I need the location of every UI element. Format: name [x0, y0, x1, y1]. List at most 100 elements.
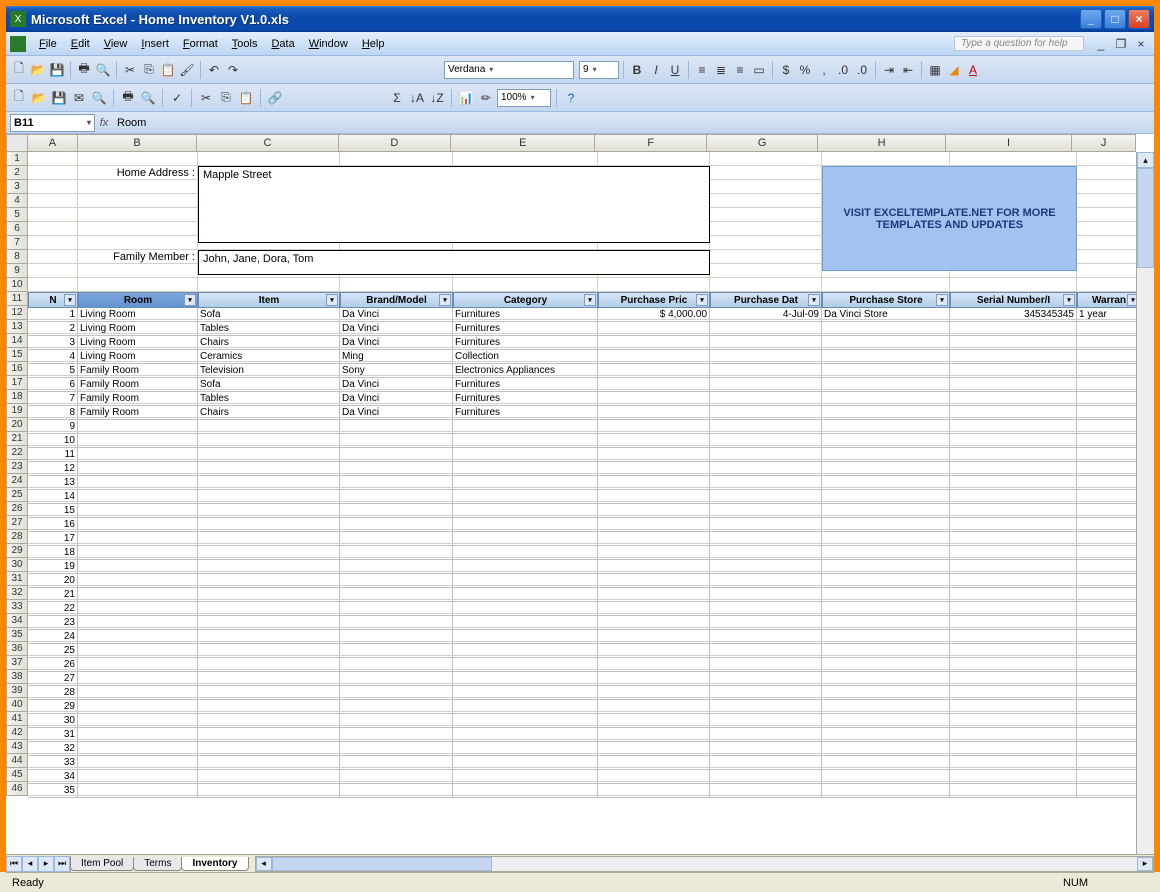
table-cell[interactable]: [340, 770, 453, 784]
copy2-icon[interactable]: ⎘: [217, 89, 235, 107]
table-cell[interactable]: [598, 644, 710, 658]
table-cell[interactable]: 2: [28, 322, 78, 336]
menu-tools[interactable]: Tools: [225, 38, 265, 50]
table-cell[interactable]: [598, 490, 710, 504]
row-header-44[interactable]: 44: [6, 754, 28, 768]
table-cell[interactable]: 20: [28, 574, 78, 588]
row-header-11[interactable]: 11: [6, 292, 28, 306]
row-header-18[interactable]: 18: [6, 390, 28, 404]
table-cell[interactable]: Da Vinci: [340, 322, 453, 336]
table-cell[interactable]: [598, 406, 710, 420]
promo-banner[interactable]: VISIT EXCELTEMPLATE.NET FOR MORE TEMPLAT…: [822, 166, 1077, 271]
cell[interactable]: [28, 264, 78, 278]
table-cell[interactable]: [822, 700, 950, 714]
family-member-input[interactable]: John, Jane, Dora, Tom: [198, 250, 710, 275]
cell[interactable]: [198, 152, 340, 166]
table-cell[interactable]: [78, 784, 198, 798]
table-cell[interactable]: [198, 574, 340, 588]
format-painter-icon[interactable]: 🖌: [178, 61, 196, 79]
table-cell[interactable]: Furnitures: [453, 322, 598, 336]
table-cell[interactable]: 21: [28, 588, 78, 602]
cell[interactable]: [822, 278, 950, 292]
menu-help[interactable]: Help: [355, 38, 392, 50]
table-cell[interactable]: [198, 434, 340, 448]
sort-asc-icon[interactable]: ↓A: [408, 89, 426, 107]
table-cell[interactable]: [453, 714, 598, 728]
table-cell[interactable]: [950, 322, 1077, 336]
cell[interactable]: [822, 152, 950, 166]
cell[interactable]: [78, 208, 198, 222]
table-cell[interactable]: [1077, 504, 1141, 518]
menu-data[interactable]: Data: [264, 38, 301, 50]
table-cell[interactable]: [453, 686, 598, 700]
table-cell[interactable]: [340, 714, 453, 728]
table-cell[interactable]: [78, 602, 198, 616]
cell[interactable]: [710, 166, 822, 180]
table-cell[interactable]: [710, 602, 822, 616]
table-cell[interactable]: 25: [28, 644, 78, 658]
table-cell[interactable]: [950, 350, 1077, 364]
table-cell[interactable]: [950, 336, 1077, 350]
row-header-9[interactable]: 9: [6, 264, 28, 278]
table-cell[interactable]: [822, 644, 950, 658]
col-header-I[interactable]: I: [946, 134, 1072, 152]
increase-decimal-icon[interactable]: .0: [834, 61, 852, 79]
cell[interactable]: [198, 278, 340, 292]
table-cell[interactable]: 31: [28, 728, 78, 742]
row-header-39[interactable]: 39: [6, 684, 28, 698]
cut-icon[interactable]: ✂: [121, 61, 139, 79]
sheet-tab-inventory[interactable]: Inventory: [181, 857, 248, 871]
cell[interactable]: [1077, 278, 1141, 292]
vertical-scrollbar[interactable]: ▴ ▾: [1136, 152, 1154, 892]
table-cell[interactable]: [950, 462, 1077, 476]
table-cell[interactable]: [453, 644, 598, 658]
title-bar[interactable]: X Microsoft Excel - Home Inventory V1.0.…: [6, 6, 1154, 32]
table-cell[interactable]: [598, 714, 710, 728]
paste-icon[interactable]: 📋: [159, 61, 177, 79]
row-header-33[interactable]: 33: [6, 600, 28, 614]
table-cell[interactable]: [78, 700, 198, 714]
cell[interactable]: [1077, 250, 1141, 264]
table-cell[interactable]: 1 year: [1077, 308, 1141, 322]
table-cell[interactable]: [822, 574, 950, 588]
table-cell[interactable]: [950, 560, 1077, 574]
table-cell[interactable]: [822, 728, 950, 742]
table-cell[interactable]: [598, 378, 710, 392]
col-header-J[interactable]: J: [1072, 134, 1136, 152]
table-cell[interactable]: [950, 420, 1077, 434]
cut2-icon[interactable]: ✂: [197, 89, 215, 107]
row-header-42[interactable]: 42: [6, 726, 28, 740]
table-cell[interactable]: [822, 406, 950, 420]
table-cell[interactable]: [710, 728, 822, 742]
row-header-24[interactable]: 24: [6, 474, 28, 488]
table-cell[interactable]: [598, 728, 710, 742]
table-cell[interactable]: [822, 588, 950, 602]
table-cell[interactable]: [340, 518, 453, 532]
row-header-23[interactable]: 23: [6, 460, 28, 474]
table-cell[interactable]: [598, 560, 710, 574]
table-cell[interactable]: [710, 518, 822, 532]
row-header-31[interactable]: 31: [6, 572, 28, 586]
table-cell[interactable]: [340, 504, 453, 518]
new-doc-icon[interactable]: 🗋: [10, 89, 28, 107]
new-icon[interactable]: 🗋: [10, 61, 28, 79]
fx-icon[interactable]: fx: [95, 117, 113, 129]
table-cell[interactable]: [198, 714, 340, 728]
table-cell[interactable]: [198, 742, 340, 756]
table-cell[interactable]: [1077, 602, 1141, 616]
row-header-38[interactable]: 38: [6, 670, 28, 684]
table-cell[interactable]: [950, 672, 1077, 686]
table-cell[interactable]: [198, 672, 340, 686]
table-cell[interactable]: [78, 630, 198, 644]
cell[interactable]: [1077, 222, 1141, 236]
table-cell[interactable]: [1077, 378, 1141, 392]
table-cell[interactable]: [78, 672, 198, 686]
row-header-17[interactable]: 17: [6, 376, 28, 390]
menu-format[interactable]: Format: [176, 38, 225, 50]
table-cell[interactable]: [453, 532, 598, 546]
table-cell[interactable]: 17: [28, 532, 78, 546]
row-header-43[interactable]: 43: [6, 740, 28, 754]
table-cell[interactable]: [340, 700, 453, 714]
table-cell[interactable]: [340, 434, 453, 448]
table-header-category[interactable]: Category▾: [453, 292, 598, 308]
